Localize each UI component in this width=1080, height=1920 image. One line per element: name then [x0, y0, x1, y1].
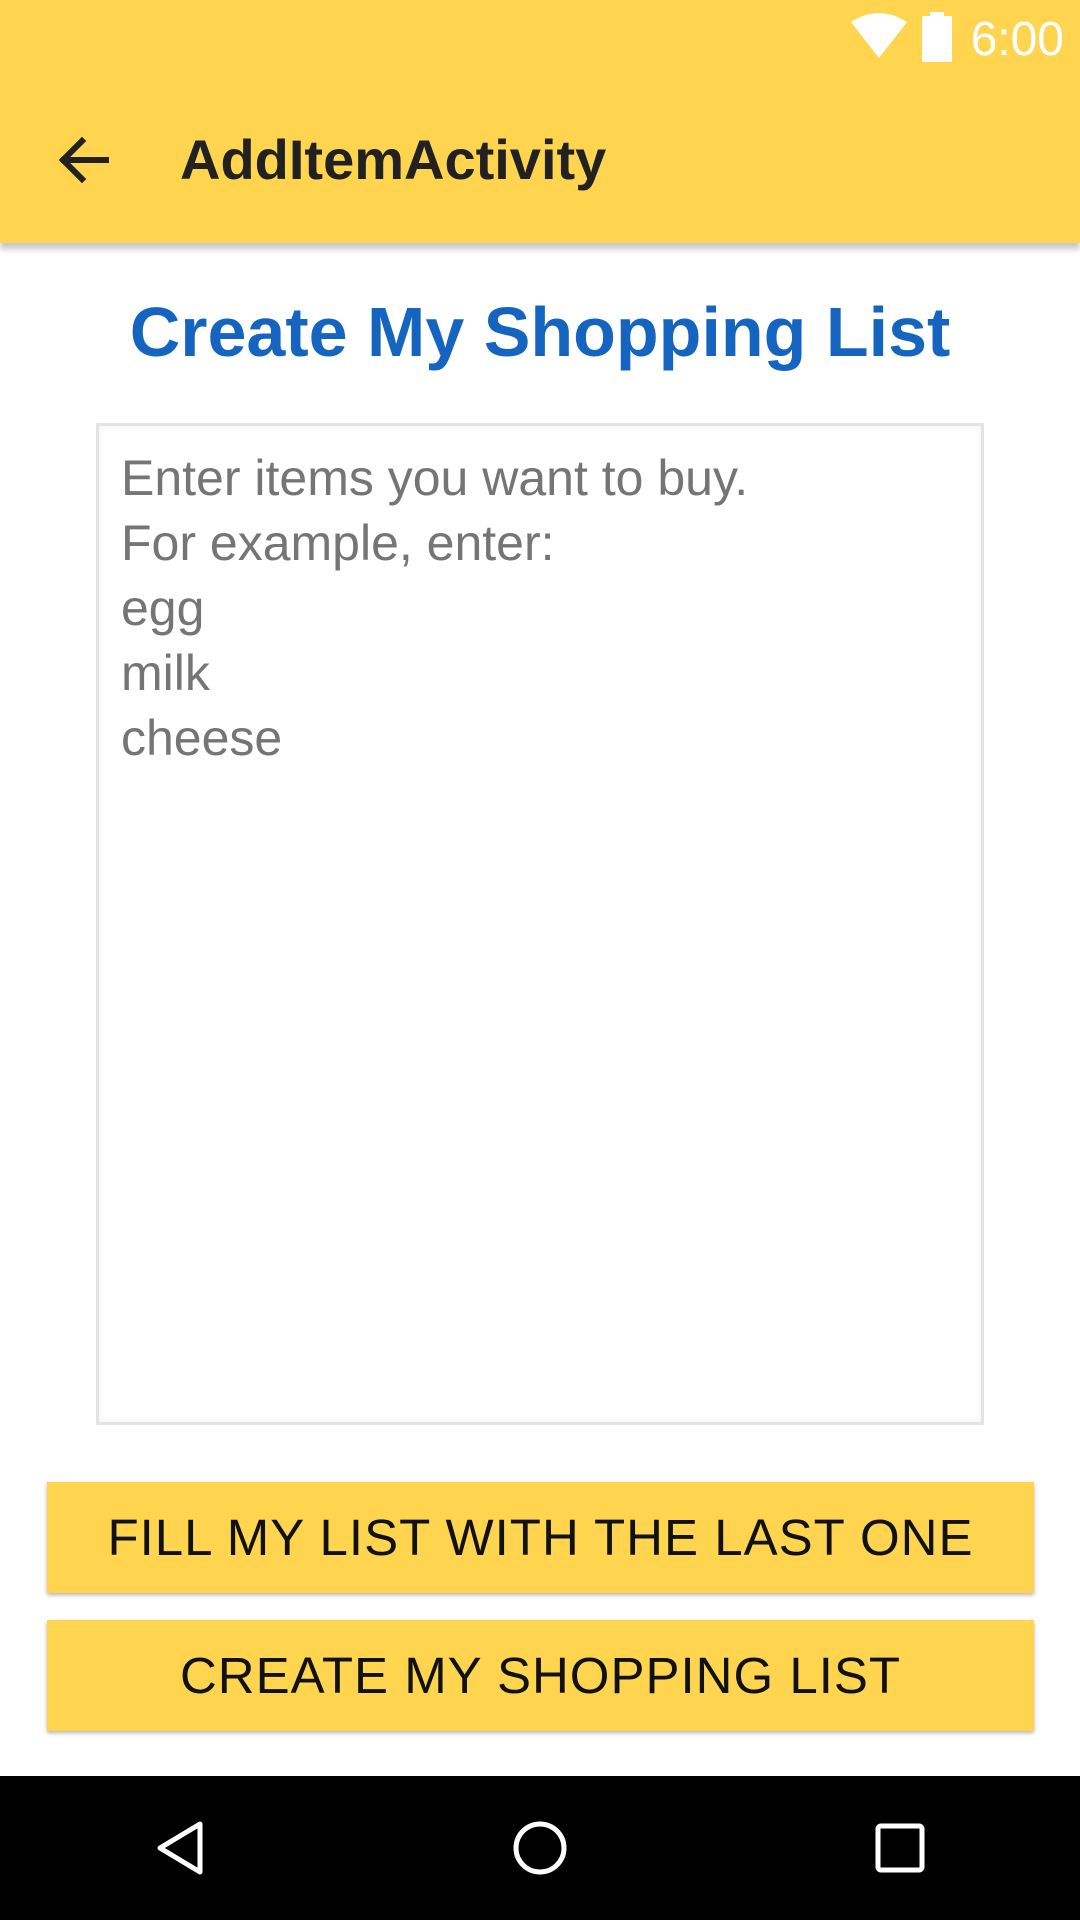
- wifi-icon: [851, 13, 907, 58]
- navigation-bar: [0, 1776, 1080, 1920]
- battery-icon: [922, 12, 952, 62]
- nav-home-icon[interactable]: [510, 1818, 570, 1878]
- arrow-back-icon[interactable]: [54, 130, 114, 190]
- status-bar: 6:00: [0, 0, 1080, 80]
- items-input[interactable]: [96, 423, 984, 1425]
- status-time: 6:00: [970, 13, 1064, 66]
- create-list-button[interactable]: CREATE MY SHOPPING LIST: [47, 1620, 1034, 1731]
- fill-list-button[interactable]: FILL MY LIST WITH THE LAST ONE: [47, 1482, 1034, 1593]
- nav-recents-icon[interactable]: [870, 1818, 930, 1878]
- page-title: Create My Shopping List: [129, 293, 951, 371]
- app-bar: AddItemActivity: [0, 80, 1080, 243]
- nav-back-icon[interactable]: [150, 1818, 210, 1878]
- app-bar-title: AddItemActivity: [180, 128, 607, 191]
